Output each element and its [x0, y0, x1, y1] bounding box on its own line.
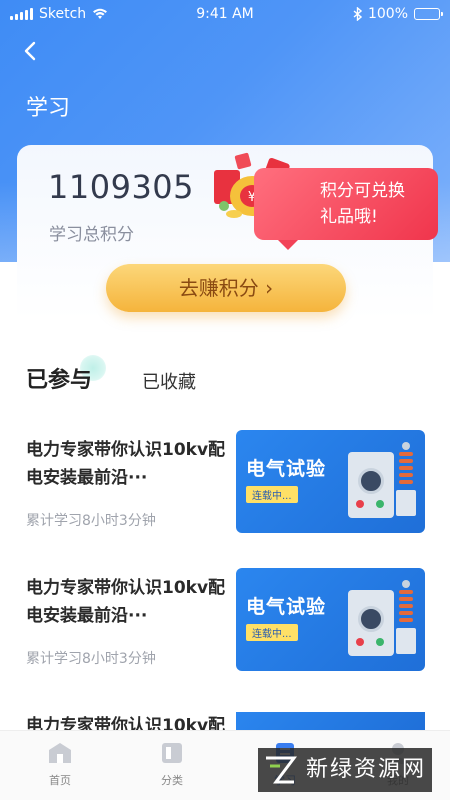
course-study-time: 累计学习8小时3分钟 [26, 513, 156, 529]
nav-item-home[interactable]: 首页 [30, 741, 90, 788]
course-title: 电力专家带你认识10kv配电安装最前沿··· [26, 578, 226, 626]
tab-favorites[interactable]: 已收藏 [142, 368, 196, 394]
watermark-logo-icon [266, 756, 297, 784]
course-item[interactable]: 电力专家带你认识10kv配电安装最前沿··· 累计学习8小时3分钟 电气试验 连… [0, 568, 450, 684]
course-thumbnail: 电气试验 连载中... [236, 568, 425, 671]
category-icon [162, 743, 182, 763]
battery-icon [414, 8, 443, 20]
status-right: 100% [353, 6, 443, 22]
tab-participated[interactable]: 已参与 [26, 362, 92, 394]
test-device-icon [348, 452, 394, 518]
redeem-tip-line2: 礼品哦! [320, 207, 378, 227]
nav-label: 分类 [161, 774, 183, 787]
course-title: 电力专家带你认识10kv配 [26, 716, 226, 730]
bubble-tail [278, 240, 298, 250]
chevron-left-icon [24, 41, 36, 61]
thumbnail-title: 电气试验 [246, 458, 327, 480]
course-study-time: 累计学习8小时3分钟 [26, 651, 156, 667]
thumbnail-badge: 连载中... [246, 486, 298, 503]
bluetooth-icon [353, 7, 362, 21]
nav-item-category[interactable]: 分类 [142, 741, 202, 788]
total-points-label: 学习总积分 [49, 225, 134, 245]
home-icon [49, 743, 71, 763]
earn-points-button[interactable]: 去赚积分 › [106, 264, 346, 312]
course-item[interactable]: 电力专家带你认识10kv配电安装最前沿··· 累计学习8小时3分钟 电气试验 连… [0, 430, 450, 546]
insulator-icon [396, 442, 416, 516]
thumbnail-title: 电气试验 [246, 596, 327, 618]
status-bar: Sketch 9:41 AM 100% [0, 0, 450, 30]
page-title: 学习 [26, 96, 71, 121]
course-title: 电力专家带你认识10kv配电安装最前沿··· [26, 440, 226, 488]
redeem-tip-bubble: 积分可兑换 礼品哦! [254, 168, 438, 250]
course-item[interactable]: 电力专家带你认识10kv配 [0, 712, 450, 730]
battery-percent: 100% [367, 6, 408, 22]
redeem-tip-line1: 积分可兑换 [320, 181, 405, 201]
course-thumbnail: 电气试验 连载中... [236, 430, 425, 533]
nav-label: 首页 [49, 774, 71, 787]
test-device-icon [348, 590, 394, 656]
back-button[interactable] [18, 38, 44, 64]
total-points-value: 1109305 [48, 168, 195, 206]
thumbnail-badge: 连载中... [246, 624, 298, 641]
insulator-icon [396, 580, 416, 654]
course-thumbnail [236, 712, 425, 730]
